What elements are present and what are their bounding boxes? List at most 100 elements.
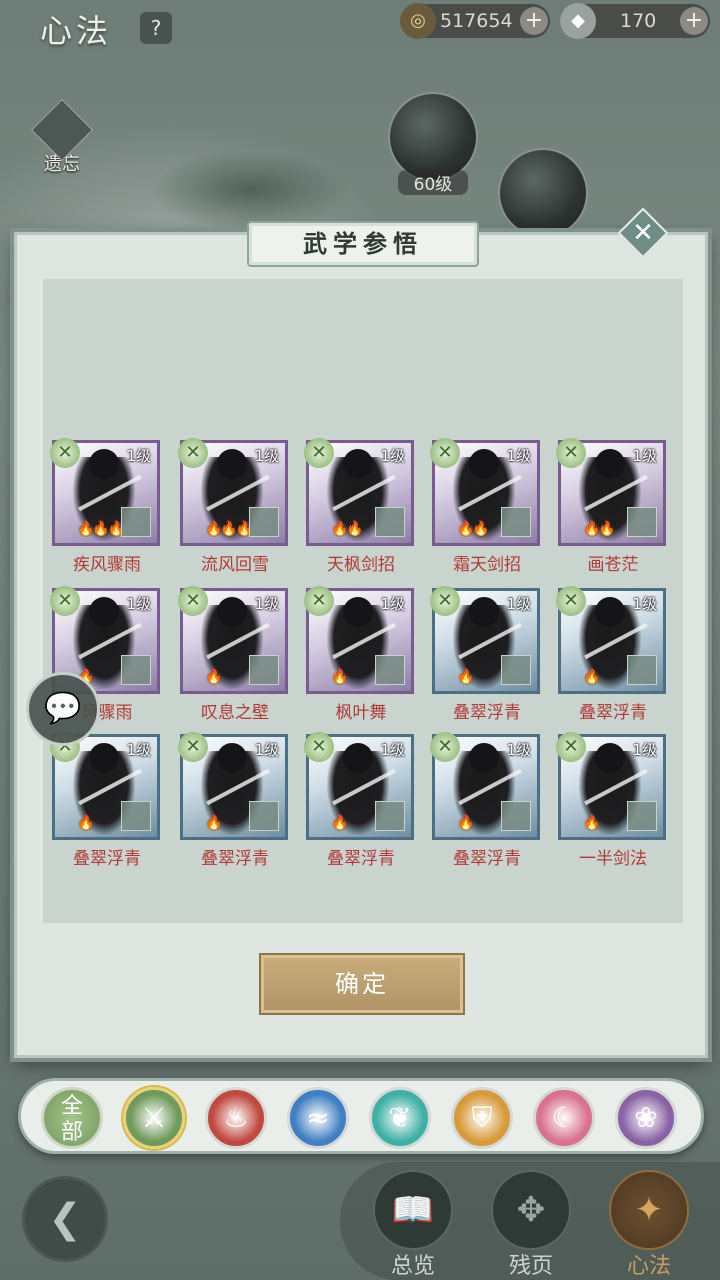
sword-school-icon: ✕ [430,732,460,762]
copper-amount: 517654 [440,10,513,32]
warrior-head [595,449,625,479]
skill-flames: 🔥 [205,815,222,831]
sword-school-icon: ✕ [178,586,208,616]
silver-currency: ◆ 170 + [560,3,710,39]
skill-slot [249,655,279,685]
nav-xinfa[interactable]: ✦ 心法 [604,1170,694,1280]
back-button[interactable]: ❮ [22,1176,108,1262]
skill-slot [249,801,279,831]
category-rose[interactable]: ❀ [615,1087,677,1149]
skill-card[interactable]: 1级 🔥 ✕ 枫叶舞 [304,586,416,723]
sword-school-icon: ✕ [556,586,586,616]
skill-level: 1级 [380,595,405,613]
sword-icon: ⚔ [141,1101,167,1134]
silver-amount: 170 [620,10,657,32]
skill-card[interactable]: 1级 🔥🔥 ✕ 霜天剑招 [430,438,542,575]
skill-name: 叠翠浮青 [579,703,647,723]
warrior-head [343,449,373,479]
skill-card[interactable]: 1级 🔥 ✕ 叠翠浮青 [430,586,542,723]
close-button[interactable]: ✕ [617,207,669,259]
category-wave[interactable]: ≈ [287,1087,349,1149]
skill-slot [121,801,151,831]
skill-card[interactable]: 1级 🔥 ✕ 一半剑法 [556,732,668,869]
skill-card[interactable]: 1级 🔥🔥🔥 ✕ 疾风骤雨 [50,438,162,575]
skill-name: 霜天剑招 [453,555,521,575]
martial-orb-1[interactable] [388,92,478,182]
category-sword[interactable]: ⚔ [123,1087,185,1149]
skill-flames: 🔥 [331,815,348,831]
copper-currency: ◎ 517654 + [400,3,550,39]
skill-card[interactable]: 1级 🔥 ✕ 叠翠浮青 [50,732,162,869]
moon-icon: ☾ [551,1101,577,1134]
skill-level: 1级 [632,447,657,465]
skill-card[interactable]: 1级 🔥🔥 ✕ 画苍茫 [556,438,668,575]
puzzle-icon: ✥ [491,1170,571,1250]
skill-name: 叠翠浮青 [327,849,395,869]
skill-name: 叠翠浮青 [453,703,521,723]
nav-overview[interactable]: 📖 总览 [368,1170,458,1280]
sword-school-icon: ✕ [178,438,208,468]
skill-card[interactable]: 1级 🔥 ✕ 叠翠浮青 [178,732,290,869]
top-bar: 心法 ? ◎ 517654 + ◆ 170 + [0,0,720,60]
skill-card[interactable]: 1级 🔥 ✕ 叹息之壁 [178,586,290,723]
skill-name: 叠翠浮青 [73,849,141,869]
skill-name: 叠翠浮青 [453,849,521,869]
category-flame[interactable]: ♨ [205,1087,267,1149]
flame-icon: ✦ [609,1170,689,1250]
skill-name: 枫叶舞 [335,703,387,723]
skill-flames: 🔥🔥 [457,521,490,537]
skill-name: 流风回雪 [201,555,269,575]
sword-school-icon: ✕ [50,586,80,616]
forget-button[interactable]: 遗忘 [30,98,94,178]
skill-level: 1级 [380,741,405,759]
chat-button[interactable]: 💬 [26,672,100,746]
add-copper-button[interactable]: + [520,7,548,35]
category-moon[interactable]: ☾ [533,1087,595,1149]
sword-school-icon: ✕ [430,586,460,616]
skill-card[interactable]: 1级 🔥🔥 ✕ 天枫剑招 [304,438,416,575]
warrior-head [595,743,625,773]
skill-level: 1级 [254,595,279,613]
dialog-title: 武学参悟 [247,221,479,267]
warrior-head [343,743,373,773]
skill-flames: 🔥 [583,669,600,685]
back-arrow-icon: ❮ [48,1196,82,1242]
skill-flames: 🔥 [77,815,94,831]
butterfly-icon: ❦ [388,1101,412,1134]
shield-icon: ⛨ [471,1101,493,1134]
skill-flames: 🔥 [205,669,222,685]
warrior-head [595,597,625,627]
category-all[interactable]: 全部 [41,1087,103,1149]
skill-level: 1级 [126,741,151,759]
skill-flames: 🔥🔥 [331,521,364,537]
confirm-button[interactable]: 确定 [259,953,465,1015]
skill-flames: 🔥 [583,815,600,831]
book-icon: 📖 [373,1170,453,1250]
add-silver-button[interactable]: + [680,7,708,35]
skill-card[interactable]: 1级 🔥 ✕ 叠翠浮青 [304,732,416,869]
skill-card[interactable]: 1级 🔥 ✕ 叠翠浮青 [556,586,668,723]
background-tree [150,150,350,230]
chat-bubble-icon: 💬 [44,691,82,726]
skill-slot [501,801,531,831]
help-button[interactable]: ? [140,12,172,44]
skill-card[interactable]: 1级 🔥 ✕ 叠翠浮青 [430,732,542,869]
warrior-head [217,743,247,773]
skill-slot [627,801,657,831]
nav-fragments[interactable]: ✥ 残页 [486,1170,576,1280]
skill-level: 1级 [506,447,531,465]
category-butterfly[interactable]: ❦ [369,1087,431,1149]
skill-slot [375,507,405,537]
category-shield[interactable]: ⛨ [451,1087,513,1149]
skill-slot [121,507,151,537]
skill-level: 1级 [506,741,531,759]
skill-slot [501,655,531,685]
skill-level: 1级 [506,595,531,613]
skill-flames: 🔥🔥 [583,521,616,537]
flame-icon: ♨ [223,1101,249,1134]
rose-icon: ❀ [634,1101,658,1134]
martial-orb-2[interactable] [498,148,588,238]
skill-card[interactable]: 1级 🔥🔥🔥 ✕ 流风回雪 [178,438,290,575]
skill-name: 天枫剑招 [327,555,395,575]
coin-icon: ◎ [400,3,436,39]
